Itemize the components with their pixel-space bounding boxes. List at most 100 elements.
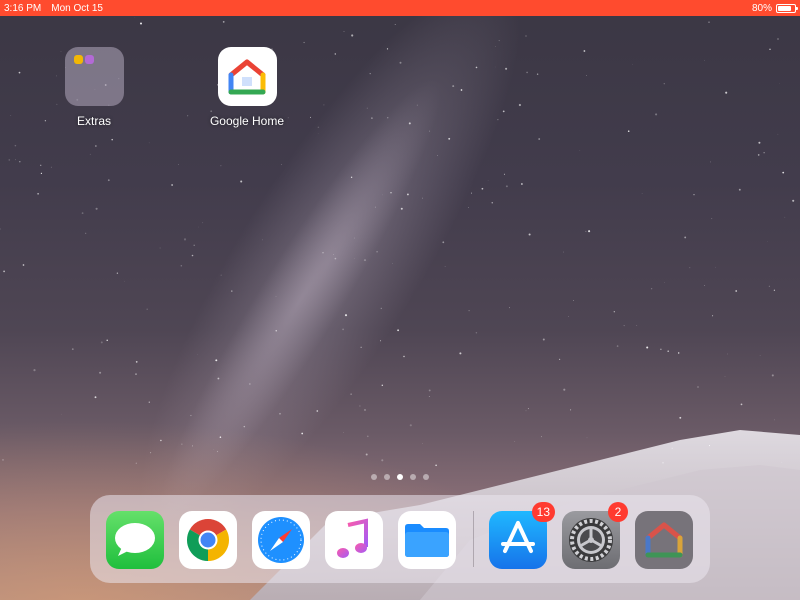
star (655, 113, 658, 116)
star (505, 67, 508, 70)
star (219, 436, 222, 438)
star (497, 119, 499, 121)
star (708, 21, 710, 24)
star (19, 160, 21, 163)
star (106, 339, 108, 342)
google-home-dock-app[interactable] (635, 511, 693, 569)
dock-divider (473, 511, 474, 567)
star (317, 126, 320, 129)
star (392, 263, 393, 264)
star (475, 66, 478, 69)
star (677, 352, 680, 354)
star (0, 228, 1, 230)
star (344, 314, 348, 317)
star (95, 145, 97, 147)
star (525, 410, 527, 412)
star (697, 386, 699, 388)
star (528, 233, 531, 236)
star (360, 346, 362, 348)
page-dot-current[interactable] (397, 474, 403, 480)
star (406, 193, 409, 196)
notification-badge: 2 (608, 502, 628, 522)
settings-app[interactable]: 2 (562, 502, 628, 569)
star (646, 346, 649, 349)
safari-icon (258, 517, 304, 563)
battery-level (778, 5, 791, 11)
star (146, 308, 148, 310)
star (279, 412, 281, 415)
star (240, 180, 243, 183)
star (505, 185, 508, 188)
app-label: Extras (76, 114, 111, 128)
page-dot[interactable] (410, 474, 416, 480)
star (481, 187, 484, 190)
star (281, 164, 282, 165)
star (350, 176, 353, 178)
music-app[interactable] (325, 511, 383, 569)
star (518, 103, 521, 107)
notification-badge: 13 (531, 502, 555, 522)
page-dot[interactable] (384, 474, 390, 480)
star (712, 315, 714, 317)
star (422, 443, 423, 444)
star (310, 116, 311, 118)
star (428, 396, 430, 397)
star (662, 461, 664, 464)
chrome-app[interactable] (179, 511, 237, 569)
star (202, 222, 204, 224)
star (322, 252, 324, 254)
star (769, 48, 771, 50)
star (342, 328, 344, 331)
google-home-app[interactable]: Google Home (202, 47, 292, 128)
star (708, 445, 711, 447)
star (538, 138, 541, 140)
star (498, 40, 500, 42)
star (216, 450, 219, 453)
star (491, 202, 493, 204)
star (689, 267, 691, 269)
star (487, 180, 489, 181)
star (399, 61, 402, 64)
star (2, 459, 4, 461)
extras-folder[interactable]: Extras (49, 47, 139, 128)
folder-icon (64, 47, 124, 106)
app-store-app[interactable]: 13 (489, 502, 555, 569)
page-indicator[interactable] (371, 474, 429, 480)
star (435, 464, 437, 467)
star (693, 194, 695, 196)
star (135, 462, 137, 464)
star (262, 239, 263, 241)
star (100, 341, 103, 344)
star (616, 345, 619, 347)
star (187, 115, 189, 117)
star (583, 50, 586, 52)
star (503, 173, 505, 175)
star (61, 413, 62, 415)
star (777, 133, 779, 135)
star (563, 388, 566, 391)
files-app[interactable] (398, 511, 456, 569)
messages-app[interactable] (106, 511, 164, 569)
star (588, 230, 591, 233)
page-dot[interactable] (423, 474, 429, 480)
star (135, 373, 137, 375)
star (525, 35, 527, 37)
page-dot[interactable] (371, 474, 377, 480)
star (667, 350, 670, 353)
star (354, 237, 355, 239)
safari-app[interactable] (252, 511, 310, 569)
star (509, 307, 510, 309)
star (301, 432, 304, 435)
star (217, 377, 220, 380)
star (171, 184, 173, 186)
star (231, 290, 233, 292)
star (148, 401, 150, 403)
star (160, 439, 162, 442)
status-bar: 3:16 PM Mon Oct 15 80% (0, 0, 800, 16)
star (18, 71, 21, 74)
star (623, 325, 625, 327)
star (381, 459, 384, 462)
star (334, 257, 337, 260)
star (459, 352, 462, 355)
star (715, 266, 716, 268)
